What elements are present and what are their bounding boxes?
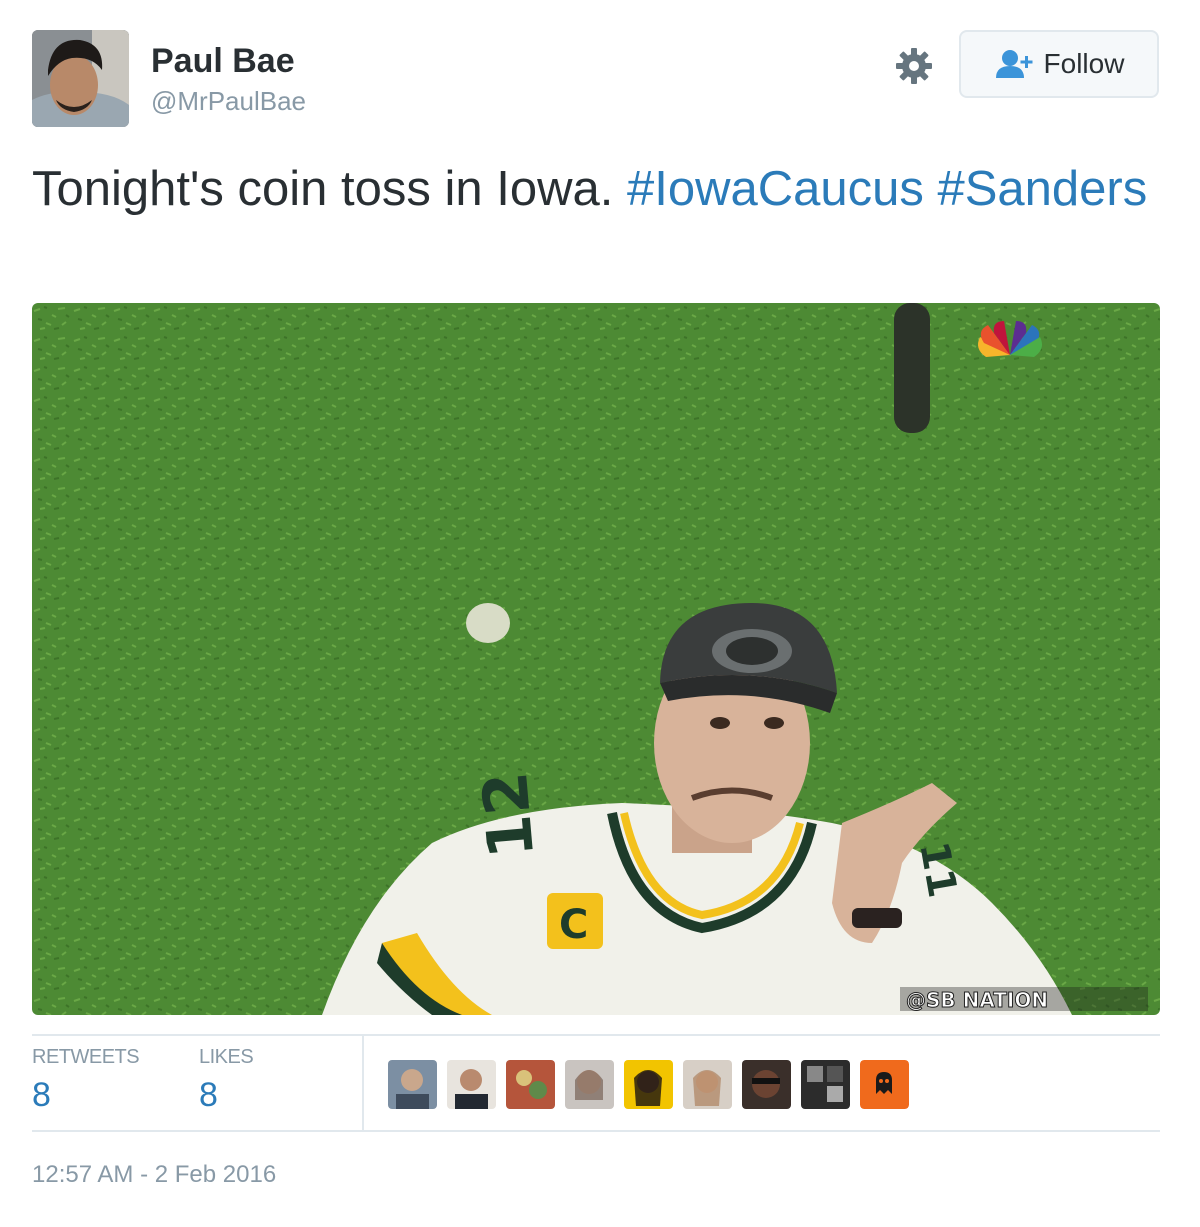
tweet-timestamp[interactable]: 12:57 AM - 2 Feb 2016 bbox=[32, 1161, 276, 1189]
liker-avatar[interactable] bbox=[506, 1060, 555, 1109]
divider bbox=[32, 1034, 1160, 1036]
svg-text:C: C bbox=[559, 902, 588, 948]
gear-icon[interactable] bbox=[894, 46, 934, 86]
liker-avatar[interactable] bbox=[860, 1060, 909, 1109]
stats-divider bbox=[362, 1036, 364, 1132]
svg-text:12: 12 bbox=[468, 769, 548, 861]
retweets-count[interactable]: 8 bbox=[32, 1076, 51, 1115]
tweet-body: Tonight's coin toss in Iowa. bbox=[32, 162, 614, 216]
liker-avatar[interactable] bbox=[683, 1060, 732, 1109]
follow-button[interactable]: Follow bbox=[959, 30, 1159, 98]
media-watermark: @SB NATION bbox=[906, 988, 1048, 1012]
author-avatar[interactable] bbox=[32, 30, 129, 127]
divider bbox=[32, 1130, 1160, 1132]
liker-avatar[interactable] bbox=[388, 1060, 437, 1109]
add-user-icon bbox=[995, 50, 1033, 78]
author-name[interactable]: Paul Bae bbox=[151, 42, 295, 81]
follow-label: Follow bbox=[1043, 48, 1125, 79]
liker-avatar[interactable] bbox=[624, 1060, 673, 1109]
hashtag-link[interactable]: #IowaCaucus bbox=[627, 162, 924, 216]
tweet-media[interactable]: 12 C 11 @SB NATION bbox=[32, 303, 1160, 1015]
retweets-label: RETWEETS bbox=[32, 1046, 140, 1068]
liker-avatar[interactable] bbox=[447, 1060, 496, 1109]
likes-count[interactable]: 8 bbox=[199, 1076, 218, 1115]
svg-text:11: 11 bbox=[910, 838, 965, 901]
likes-label: LIKES bbox=[199, 1046, 254, 1068]
hashtag-link[interactable]: #Sanders bbox=[937, 162, 1147, 216]
liker-avatar[interactable] bbox=[801, 1060, 850, 1109]
liker-avatar[interactable] bbox=[742, 1060, 791, 1109]
likers-list bbox=[388, 1060, 909, 1109]
liker-avatar[interactable] bbox=[565, 1060, 614, 1109]
tweet-text: Tonight's coin toss in Iowa. #IowaCaucus… bbox=[32, 158, 1162, 221]
author-handle[interactable]: @MrPaulBae bbox=[151, 86, 306, 117]
